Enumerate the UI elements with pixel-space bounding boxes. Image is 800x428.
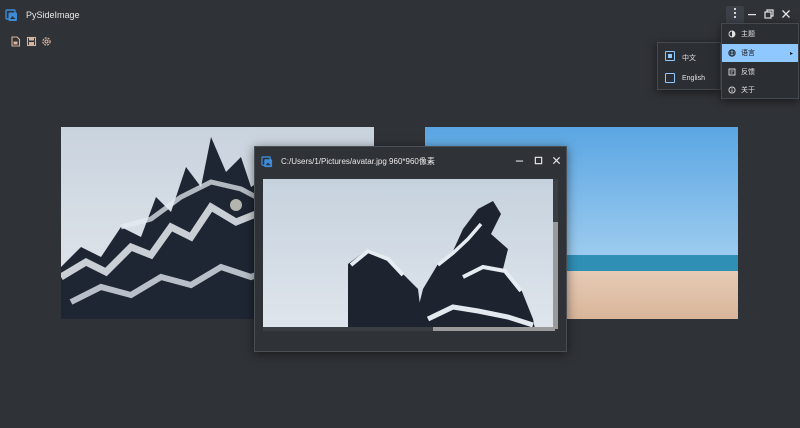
viewer-logo-icon	[261, 155, 273, 168]
save-icon[interactable]	[26, 34, 37, 47]
restore-icon	[764, 6, 774, 24]
menu-item-label: 关于	[741, 87, 755, 94]
app-logo-icon	[5, 9, 18, 22]
vertical-scrollbar-thumb[interactable]	[553, 222, 558, 329]
language-option-english[interactable]: English	[658, 67, 720, 89]
menu-item-label: 语言	[741, 50, 755, 57]
checkbox-checked[interactable]	[665, 51, 675, 61]
minimize-button[interactable]	[743, 6, 761, 24]
viewer-close-button[interactable]	[549, 154, 563, 168]
submenu-arrow-icon: ▸	[789, 50, 793, 57]
minimize-icon	[747, 6, 757, 24]
feedback-icon	[728, 68, 736, 76]
more-menu-button[interactable]	[726, 6, 744, 24]
language-option-label: English	[682, 75, 705, 82]
checkbox-unchecked[interactable]	[665, 73, 675, 83]
app-window: PySideImage C:/Users/1/Pictures/avatar.j…	[0, 0, 800, 428]
maximize-icon	[534, 152, 543, 170]
close-icon	[781, 6, 791, 24]
open-file-icon[interactable]	[10, 34, 21, 47]
globe-icon	[728, 49, 736, 57]
theme-icon	[728, 30, 736, 38]
menu-item-language[interactable]: 语言 ▸	[722, 44, 798, 62]
language-submenu: 中文 English	[657, 42, 721, 90]
menu-item-label: 反馈	[741, 69, 755, 76]
menu-item-about[interactable]: 关于	[722, 81, 798, 99]
close-icon	[552, 152, 561, 170]
image-viewer-dialog: C:/Users/1/Pictures/avatar.jpg 960*960像素	[254, 146, 567, 352]
menu-item-feedback[interactable]: 反馈	[722, 63, 798, 81]
menu-item-theme[interactable]: 主题	[722, 25, 798, 43]
language-option-chinese[interactable]: 中文	[658, 45, 720, 67]
close-button[interactable]	[777, 6, 795, 24]
title-bar: PySideImage	[0, 0, 800, 30]
viewer-title: C:/Users/1/Pictures/avatar.jpg 960*960像素	[281, 157, 435, 166]
language-option-label: 中文	[682, 55, 696, 62]
kebab-menu-icon	[733, 6, 737, 24]
settings-icon[interactable]	[41, 34, 52, 46]
viewer-minimize-button[interactable]	[512, 154, 526, 168]
menu-item-label: 主题	[741, 31, 755, 38]
horizontal-scrollbar-thumb[interactable]	[433, 327, 555, 331]
minimize-icon	[515, 152, 524, 170]
viewer-image-canvas[interactable]	[263, 179, 555, 329]
about-icon	[728, 86, 736, 94]
restore-button[interactable]	[760, 6, 778, 24]
app-title: PySideImage	[26, 10, 80, 20]
viewer-maximize-button[interactable]	[531, 154, 545, 168]
more-dropdown-menu: 主题 语言 ▸ 反馈 关于	[721, 23, 799, 99]
